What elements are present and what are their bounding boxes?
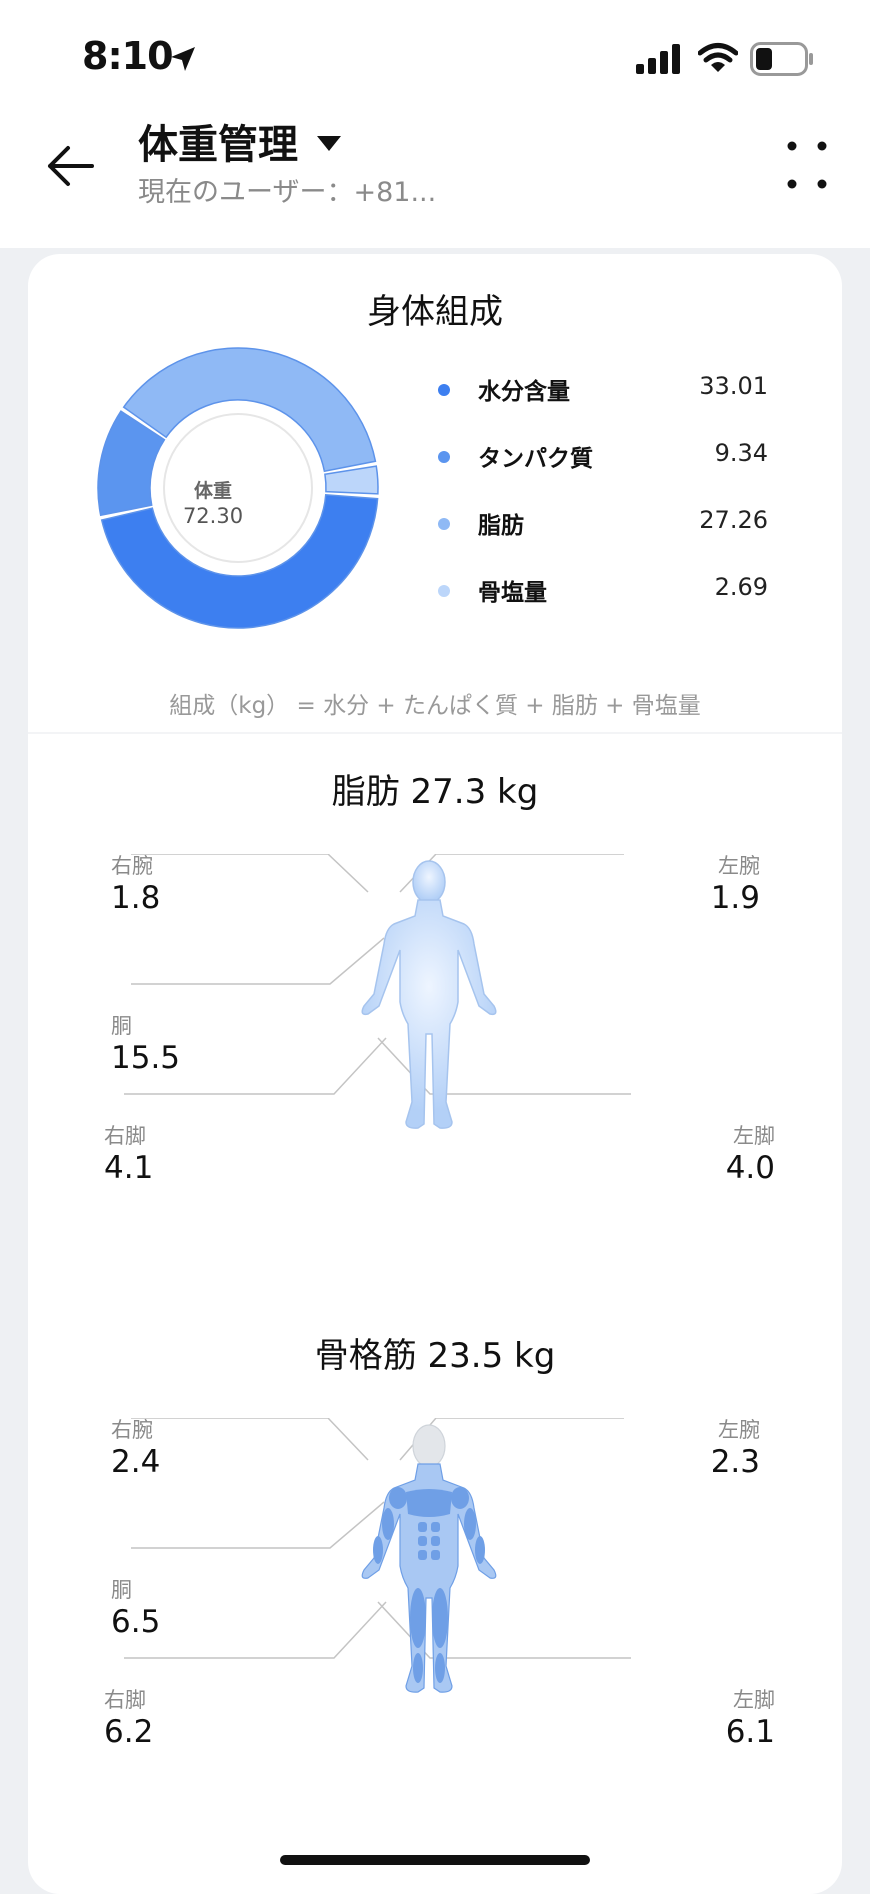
- muscle-right-arm-value: 2.4: [111, 1444, 161, 1480]
- divider: [28, 732, 842, 734]
- legend-item: タンパク質 9.34: [438, 437, 768, 504]
- fat-body-figure: [361, 860, 497, 1129]
- legend-item: 脂肪 27.26: [438, 504, 768, 571]
- legend-label: タンパク質: [478, 446, 593, 472]
- fat-right-leg-label: 右脚: [104, 1124, 146, 1148]
- fat-trunk-value: 15.5: [111, 1040, 181, 1076]
- app-header: 体重管理 現在のユーザー：+81...: [0, 110, 870, 248]
- fat-right-leg-value: 4.1: [104, 1150, 154, 1186]
- status-bar: 8:10: [0, 0, 870, 110]
- donut-center-value: 72.30: [182, 504, 244, 528]
- body-composition-card: 身体組成 体重 72.30 水分含量 33.01 タンパク質 9.34 脂肪 2…: [28, 254, 842, 1894]
- muscle-left-arm-value: 2.3: [710, 1444, 760, 1480]
- muscle-right-leg-value: 6.2: [104, 1714, 154, 1750]
- legend-dot: [438, 585, 450, 597]
- muscle-left-arm-label: 左腕: [718, 1418, 760, 1442]
- fat-right-arm-label: 右腕: [111, 854, 153, 878]
- legend-item: 骨塩量 2.69: [438, 571, 768, 638]
- legend-dot: [438, 384, 450, 396]
- legend-item: 水分含量 33.01: [438, 370, 768, 437]
- status-time: 8:10: [82, 34, 174, 78]
- composition-title: 身体組成: [367, 292, 503, 332]
- composition-legend: 水分含量 33.01 タンパク質 9.34 脂肪 27.26 骨塩量 2.69: [438, 370, 768, 638]
- muscle-right-arm-label: 右腕: [111, 1418, 153, 1442]
- legend-label: 水分含量: [478, 379, 570, 405]
- legend-dot: [438, 518, 450, 530]
- legend-dot: [438, 451, 450, 463]
- legend-label: 骨塩量: [478, 580, 547, 606]
- fat-left-leg-label: 左脚: [733, 1124, 775, 1148]
- legend-value: 33.01: [699, 372, 768, 400]
- muscle-left-leg-value: 6.1: [725, 1714, 775, 1750]
- wifi-icon: [698, 43, 738, 72]
- muscle-right-leg-label: 右脚: [104, 1688, 146, 1712]
- muscle-trunk-label: 胴: [111, 1578, 132, 1602]
- location-arrow-icon: [171, 47, 195, 71]
- more-icon[interactable]: [782, 130, 832, 200]
- legend-label: 脂肪: [478, 513, 524, 539]
- caret-down-icon: [317, 136, 341, 151]
- legend-value: 2.69: [714, 573, 768, 601]
- donut-center-label: 体重: [193, 480, 232, 502]
- fat-trunk-label: 胴: [111, 1014, 132, 1038]
- home-indicator: [280, 1855, 590, 1865]
- fat-left-arm-value: 1.9: [710, 880, 760, 916]
- back-arrow-icon[interactable]: [40, 136, 100, 196]
- muscle-section-title: 骨格筋 23.5 kg: [314, 1336, 556, 1376]
- fat-section-title: 脂肪 27.3 kg: [331, 772, 539, 812]
- muscle-body-figure: [361, 1424, 497, 1693]
- composition-formula: 組成（kg） = 水分 + たんぱく質 + 脂肪 + 骨塩量: [169, 693, 701, 719]
- signal-icon: [636, 44, 680, 74]
- legend-value: 9.34: [714, 439, 768, 467]
- muscle-trunk-value: 6.5: [111, 1604, 161, 1640]
- title-dropdown[interactable]: 体重管理: [138, 112, 342, 170]
- page-title: 体重管理: [138, 122, 298, 168]
- fat-left-leg-value: 4.0: [725, 1150, 775, 1186]
- fat-right-arm-value: 1.8: [111, 880, 161, 916]
- legend-value: 27.26: [699, 506, 768, 534]
- fat-left-arm-label: 左腕: [718, 854, 760, 878]
- battery-icon: [750, 42, 813, 76]
- current-user-label: 現在のユーザー：+81...: [138, 177, 437, 208]
- muscle-left-leg-label: 左脚: [733, 1688, 775, 1712]
